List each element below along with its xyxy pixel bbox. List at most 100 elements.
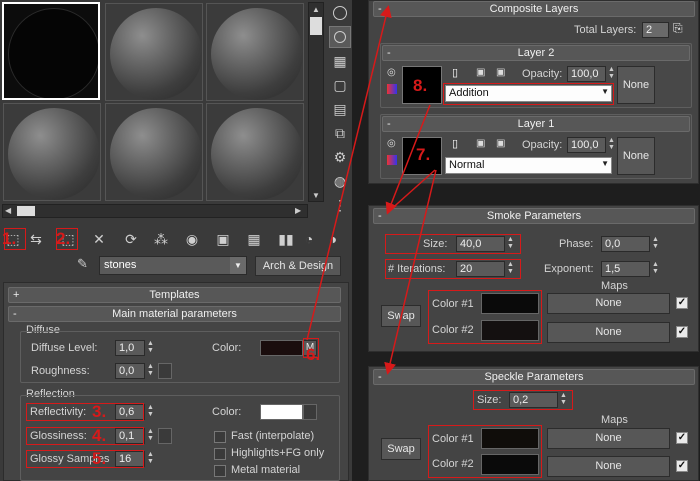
highlights-fg-checkbox[interactable] [214, 448, 226, 460]
sample-slot-2[interactable] [105, 3, 203, 101]
put-to-library-icon[interactable]: ◉ [181, 228, 203, 250]
diffuse-color-swatch[interactable] [260, 340, 303, 356]
speckle-map1-checkbox[interactable]: ✓ [676, 432, 688, 444]
material-id-icon[interactable]: ▣ [212, 228, 234, 250]
expand-toggle[interactable]: + [13, 288, 19, 302]
material-navigator-icon[interactable]: ⋮ [329, 194, 351, 216]
speckle-map2-button[interactable]: None [547, 456, 670, 477]
scroll-down-arrow-icon[interactable]: ▼ [312, 191, 320, 200]
smoke-phase-input[interactable]: 0,0 [601, 236, 650, 252]
layer-1-rename-icon[interactable]: ▣ [476, 138, 485, 149]
layer-2-duplicate-icon[interactable]: ▣ [496, 67, 505, 78]
options-icon[interactable]: ⚙ [329, 146, 351, 168]
layer-1-opacity-input[interactable]: 100,0 [567, 137, 606, 153]
layer-1-mask-button[interactable]: None [617, 137, 655, 175]
collapse-toggle[interactable]: - [378, 2, 382, 16]
smoke-map1-checkbox[interactable]: ✓ [676, 297, 688, 309]
spinner-arrows-icon[interactable]: ▲ ▼ [651, 236, 660, 252]
smoke-map1-button[interactable]: None [547, 293, 670, 314]
speckle-swap-button[interactable]: Swap [381, 438, 421, 460]
chevron-down-icon[interactable]: ▼ [601, 159, 609, 168]
spinner-arrows-icon[interactable]: ▲ ▼ [607, 137, 616, 153]
spinner-arrows-icon[interactable]: ▲ ▼ [651, 261, 660, 277]
sample-slot-5[interactable] [105, 103, 203, 201]
spinner-arrows-icon[interactable]: ▲ ▼ [146, 363, 155, 379]
delete-icon[interactable]: ✕ [88, 228, 110, 250]
spinner-arrows-icon[interactable]: ▲ ▼ [146, 404, 155, 420]
scroll-thumb[interactable] [310, 17, 322, 35]
smoke-map2-button[interactable]: None [547, 322, 670, 343]
total-layers-input[interactable]: 2 [642, 22, 669, 38]
glossiness-map-slot[interactable] [158, 428, 172, 444]
color-correction-icon[interactable] [387, 155, 397, 165]
sphere-sample-icon[interactable] [329, 26, 351, 48]
go-forward-sibling-icon[interactable]: ◑ [322, 228, 344, 250]
scroll-up-arrow-icon[interactable]: ▲ [312, 5, 320, 14]
sample-slot-4[interactable] [3, 103, 101, 201]
spinner-arrows-icon[interactable]: ▲ ▼ [146, 340, 155, 356]
collapse-toggle[interactable]: - [387, 46, 391, 60]
speckle-parameters-header[interactable]: - Speckle Parameters [373, 369, 695, 385]
slots-vertical-scrollbar[interactable]: ▲ ▼ [308, 2, 324, 202]
video-color-check-icon[interactable]: ▤ [329, 98, 351, 120]
smoke-parameters-header[interactable]: - Smoke Parameters [373, 208, 695, 224]
layer-2-header[interactable]: - Layer 2 [382, 45, 690, 61]
visibility-eye-icon[interactable]: ◎ [387, 138, 396, 149]
color-correction-icon[interactable] [387, 84, 397, 94]
diffuse-roughness-input[interactable]: 0,0 [115, 363, 145, 379]
metal-material-checkbox[interactable] [214, 465, 226, 477]
make-unique-icon[interactable]: ⁂ [150, 228, 172, 250]
add-layer-icon[interactable]: ⎘ [673, 21, 683, 36]
smoke-exponent-input[interactable]: 1,5 [601, 261, 650, 277]
layer-2-opacity-input[interactable]: 100,0 [567, 66, 606, 82]
scroll-left-arrow-icon[interactable]: ◀ [5, 206, 11, 215]
sample-slot-6[interactable] [206, 103, 304, 201]
layer-2-rename-icon[interactable]: ▣ [476, 67, 485, 78]
speckle-map1-button[interactable]: None [547, 428, 670, 449]
show-in-viewport-icon[interactable]: ▦ [243, 228, 265, 250]
spinner-arrows-icon[interactable]: ▲ ▼ [146, 428, 155, 444]
fast-interpolate-checkbox[interactable] [214, 431, 226, 443]
chevron-down-icon[interactable]: ▼ [230, 257, 246, 274]
roughness-map-slot[interactable] [158, 363, 172, 379]
layer-1-duplicate-icon[interactable]: ▣ [496, 138, 505, 149]
reflection-map-slot[interactable] [303, 404, 317, 420]
sample-slot-1[interactable] [2, 2, 100, 100]
spinner-arrows-icon[interactable]: ▲ ▼ [146, 451, 155, 467]
layer-1-map-icon[interactable]: ▯ [452, 137, 458, 150]
scroll-thumb[interactable] [17, 206, 35, 216]
speckle-map2-checkbox[interactable]: ✓ [676, 460, 688, 472]
background-checker-icon[interactable]: ▦ [329, 50, 351, 72]
collapse-toggle[interactable]: - [13, 307, 17, 321]
go-to-parent-icon[interactable]: ◔ [298, 228, 320, 250]
show-end-result-icon[interactable]: ▮▮ [275, 228, 297, 250]
visibility-eye-icon[interactable]: ◎ [387, 67, 396, 78]
make-preview-icon[interactable]: ⧉ [329, 122, 351, 144]
smoke-map2-checkbox[interactable]: ✓ [676, 326, 688, 338]
layer-1-header[interactable]: - Layer 1 [382, 116, 690, 132]
templates-rollout-header[interactable]: + Templates [8, 287, 341, 303]
put-to-scene-icon[interactable]: ⇆ [25, 228, 47, 250]
material-name-field[interactable]: stones ▼ [99, 256, 247, 275]
layer-1-blend-dropdown[interactable]: Normal ▼ [445, 157, 612, 174]
layer-2-mask-button[interactable]: None [617, 66, 655, 104]
pick-material-eyedropper-icon[interactable]: ✎ [77, 256, 95, 274]
slots-horizontal-scrollbar[interactable]: ◀ ▶ [2, 204, 308, 218]
spinner-arrows-icon[interactable]: ▲ ▼ [607, 66, 616, 82]
layer-2-map-icon[interactable]: ▯ [452, 66, 458, 79]
diffuse-level-input[interactable]: 1,0 [115, 340, 145, 356]
main-params-rollout-header[interactable]: - Main material parameters [8, 306, 341, 322]
smoke-swap-button[interactable]: Swap [381, 305, 421, 327]
composite-layers-header[interactable]: - Composite Layers [373, 1, 695, 17]
scroll-right-arrow-icon[interactable]: ▶ [295, 206, 301, 215]
collapse-toggle[interactable]: - [378, 209, 382, 223]
sample-type-icon[interactable] [329, 2, 351, 24]
sample-uv-tiling-icon[interactable]: ▢ [329, 74, 351, 96]
select-by-material-icon[interactable]: ◍ [329, 170, 351, 192]
material-type-button[interactable]: Arch & Design [255, 256, 341, 276]
collapse-toggle[interactable]: - [378, 370, 382, 384]
reflection-color-swatch[interactable] [260, 404, 303, 420]
make-copy-icon[interactable]: ⟳ [120, 228, 142, 250]
sample-slot-3[interactable] [206, 3, 304, 101]
collapse-toggle[interactable]: - [387, 117, 391, 131]
